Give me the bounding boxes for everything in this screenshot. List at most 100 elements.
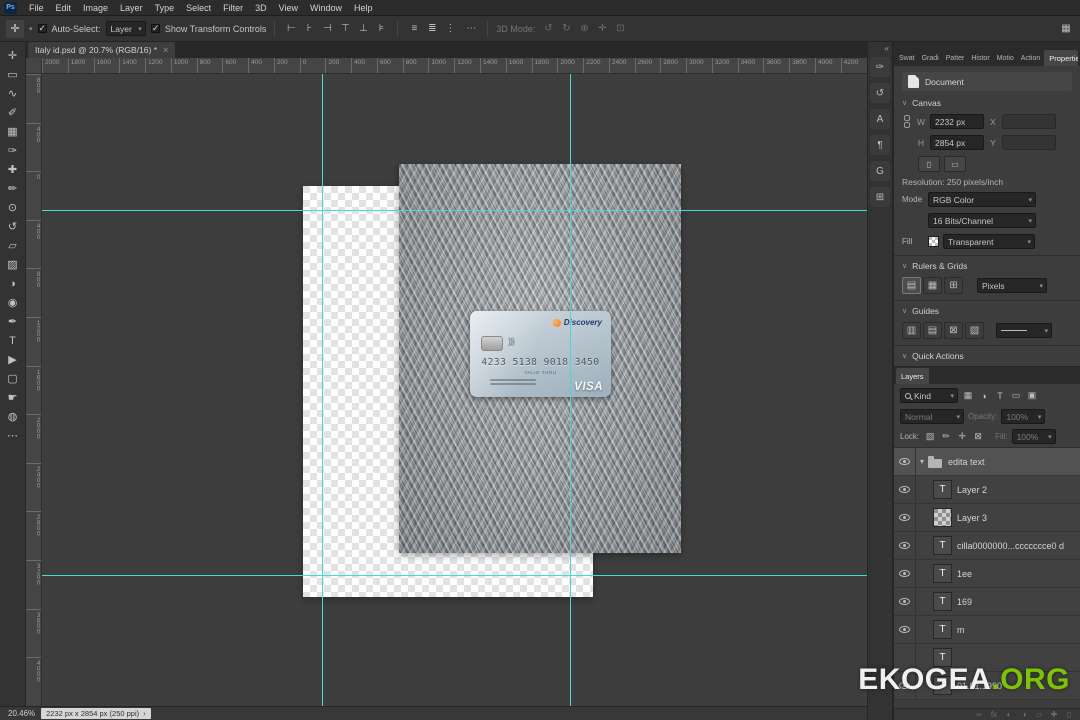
- lock-position-icon[interactable]: ✛: [955, 430, 969, 444]
- guides-section-header[interactable]: Guides: [894, 300, 1080, 319]
- dodge-tool[interactable]: ◉: [2, 293, 24, 312]
- layer-thumbnail[interactable]: [933, 564, 952, 583]
- snap-toggle-icon[interactable]: ⊞: [944, 277, 963, 294]
- filter-shape-layers-icon[interactable]: ▭: [1009, 389, 1023, 403]
- fill-opacity-select[interactable]: 100%: [1011, 429, 1056, 444]
- new-group-icon[interactable]: ▱: [1034, 710, 1044, 720]
- layer-name[interactable]: edita text: [948, 457, 985, 467]
- width-input[interactable]: 2232 px: [930, 114, 984, 129]
- delete-layer-icon[interactable]: ▯: [1064, 710, 1074, 720]
- menu-item[interactable]: File: [23, 0, 50, 15]
- layer-row[interactable]: Layer 2: [894, 476, 1080, 504]
- panel-tab[interactable]: Swat: [896, 50, 918, 66]
- crop-tool[interactable]: ▦: [2, 122, 24, 141]
- new-guide-layout-icon[interactable]: ▥: [902, 322, 921, 339]
- hand-tool[interactable]: ☛: [2, 388, 24, 407]
- y-input[interactable]: [1002, 135, 1056, 150]
- layer-visibility-toggle[interactable]: [894, 532, 916, 559]
- move-tool[interactable]: ✛: [2, 46, 24, 65]
- layer-thumbnail[interactable]: [933, 592, 952, 611]
- canvas-section-header[interactable]: Canvas: [894, 93, 1080, 111]
- align-right-edges-icon[interactable]: ⊣: [319, 21, 335, 37]
- group-expand-arrow-icon[interactable]: [916, 457, 928, 466]
- height-input[interactable]: 2854 px: [930, 135, 984, 150]
- menu-item[interactable]: Window: [304, 0, 348, 15]
- 3d-drag-icon[interactable]: ⊕: [576, 21, 592, 37]
- quick-actions-section-header[interactable]: Quick Actions: [894, 345, 1080, 364]
- vertical-ruler[interactable]: 800 400 0 400 800 1200 1600 2000 2400 2800 3200 360…: [26, 74, 42, 706]
- auto-select-target-select[interactable]: Layer: [105, 21, 146, 36]
- ruler-units-select[interactable]: Pixels: [977, 278, 1047, 293]
- pen-tool[interactable]: ✒: [2, 312, 24, 331]
- brush-settings-panel-icon[interactable]: ✑: [870, 57, 890, 77]
- layer-row[interactable]: cilla0000000...ccccccce0 d: [894, 532, 1080, 560]
- x-input[interactable]: [1002, 114, 1056, 129]
- character-panel-icon[interactable]: A: [870, 109, 890, 129]
- gradient-tool[interactable]: ▨: [2, 255, 24, 274]
- lasso-tool[interactable]: ∿: [2, 84, 24, 103]
- tab-properties[interactable]: Properties: [1044, 50, 1078, 66]
- document-tab[interactable]: Italy id.psd @ 20.7% (RGB/16) * ×: [28, 42, 176, 58]
- guide-horizontal-1[interactable]: [42, 210, 867, 211]
- align-top-edges-icon[interactable]: ⊤: [337, 21, 353, 37]
- menu-item[interactable]: Edit: [50, 0, 78, 15]
- layer-name[interactable]: Layer 3: [957, 513, 987, 523]
- lock-transparent-pixels-icon[interactable]: ▨: [923, 430, 937, 444]
- layer-filter-kind-select[interactable]: Kind: [900, 388, 958, 403]
- path-selection-tool[interactable]: ▶: [2, 350, 24, 369]
- layer-visibility-toggle[interactable]: [894, 588, 916, 615]
- ruler-toggle-icon[interactable]: ▤: [902, 277, 921, 294]
- lock-all-icon[interactable]: ⊠: [971, 430, 985, 444]
- expand-panels-icon[interactable]: [868, 44, 892, 54]
- active-tool-move-icon[interactable]: [6, 19, 24, 38]
- brush-tool[interactable]: ✏: [2, 179, 24, 198]
- align-bottom-edges-icon[interactable]: ⊧: [373, 21, 389, 37]
- guide-vertical-1[interactable]: [322, 74, 323, 706]
- document-info-field[interactable]: 2232 px x 2854 px (250 ppi): [41, 708, 151, 719]
- layer-thumbnail[interactable]: [933, 508, 952, 527]
- layer-name[interactable]: Layer 2: [957, 485, 987, 495]
- layer-row[interactable]: 1ee: [894, 560, 1080, 588]
- guide-horizontal-2[interactable]: [42, 575, 867, 576]
- workspace-switcher-icon[interactable]: ▦: [1058, 21, 1074, 37]
- 3d-slide-icon[interactable]: ✛: [594, 21, 610, 37]
- 3d-roll-icon[interactable]: ↻: [558, 21, 574, 37]
- healing-brush-tool[interactable]: ✚: [2, 160, 24, 179]
- panel-tab[interactable]: Action: [1018, 50, 1043, 66]
- menu-item[interactable]: Select: [180, 0, 217, 15]
- layer-effects-icon[interactable]: fx: [989, 710, 999, 720]
- object-selection-tool[interactable]: ✐: [2, 103, 24, 122]
- blur-tool[interactable]: ◑: [2, 274, 24, 293]
- panel-tab[interactable]: Patter: [943, 50, 968, 66]
- grid-toggle-icon[interactable]: ▦: [923, 277, 942, 294]
- layer-mask-icon[interactable]: ◐: [1004, 710, 1014, 720]
- menu-item[interactable]: Help: [348, 0, 379, 15]
- layer-row[interactable]: 169: [894, 588, 1080, 616]
- align-horizontal-centers-icon[interactable]: ⊦: [301, 21, 317, 37]
- tool-preset-caret-icon[interactable]: [29, 25, 33, 33]
- panel-tab[interactable]: Motio: [994, 50, 1017, 66]
- horizontal-ruler[interactable]: 2000 1800 1600 1400 1200 1000 800 600 400 200 0 200…: [42, 58, 867, 74]
- layer-visibility-toggle[interactable]: [894, 448, 916, 475]
- layer-name[interactable]: cilla0000000...ccccccce0 d: [957, 541, 1064, 551]
- filter-smart-objects-icon[interactable]: ▣: [1025, 389, 1039, 403]
- menu-item[interactable]: Filter: [217, 0, 249, 15]
- ruler-origin-corner[interactable]: [26, 58, 42, 74]
- link-dimensions-icon[interactable]: [902, 115, 912, 128]
- distribute-spacing-icon[interactable]: ⋮: [442, 21, 458, 37]
- layer-thumbnail[interactable]: [928, 455, 942, 468]
- canvas-area[interactable]: Discovery 4233 5138 9018 3450 VALID THRU…: [42, 74, 867, 706]
- eyedropper-tool[interactable]: ✑: [2, 141, 24, 160]
- distribute-vertical-icon[interactable]: ≣: [424, 21, 440, 37]
- eraser-tool[interactable]: ▱: [2, 236, 24, 255]
- panel-tab[interactable]: Gradi: [919, 50, 942, 66]
- orientation-portrait-icon[interactable]: ▯: [918, 156, 940, 172]
- opacity-select[interactable]: 100%: [1001, 409, 1046, 424]
- layer-row[interactable]: Layer 3: [894, 504, 1080, 532]
- layer-name[interactable]: 169: [957, 597, 972, 607]
- tab-layers[interactable]: Layers: [896, 368, 929, 384]
- layer-thumbnail[interactable]: [933, 536, 952, 555]
- layer-visibility-toggle[interactable]: [894, 616, 916, 643]
- filter-pixel-layers-icon[interactable]: ▦: [961, 389, 975, 403]
- menu-item[interactable]: Type: [149, 0, 181, 15]
